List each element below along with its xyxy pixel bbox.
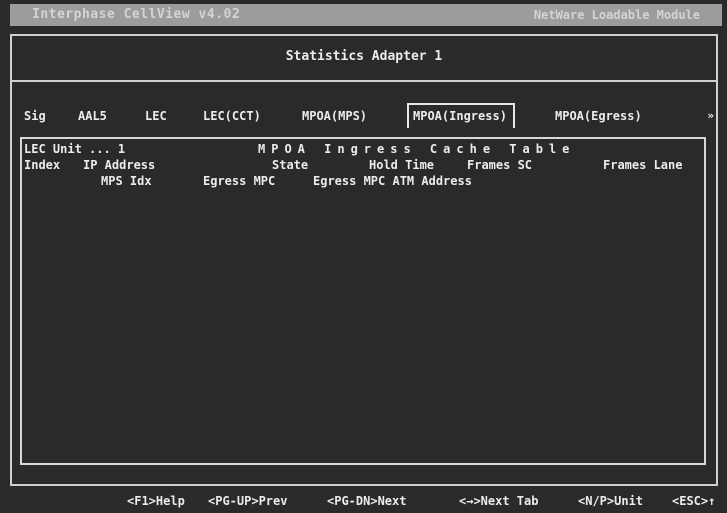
column-header-state: State <box>272 158 309 172</box>
title-bar: Interphase CellView v4.02 NetWare Loadab… <box>10 4 722 26</box>
column-header-mps-idx: MPS Idx <box>101 174 152 188</box>
column-header-hold-time: Hold Time <box>369 158 435 172</box>
tab-mpoa-mps[interactable]: MPOA(MPS) <box>302 109 367 123</box>
window-title: Statistics Adapter 1 <box>285 49 443 64</box>
column-header-frames-sc: Frames SC <box>467 158 533 172</box>
table-title: MPOA Ingress Cache Table <box>258 142 576 156</box>
tab-scroll-right-icon[interactable]: » <box>707 109 714 122</box>
column-header-egress-mpc: Egress MPC <box>203 174 276 188</box>
tab-mpoa-ingress[interactable]: MPOA(Ingress) <box>407 103 515 128</box>
lec-unit-label: LEC Unit ... 1 <box>24 142 126 156</box>
unit-key[interactable]: <N/P>Unit <box>578 494 643 508</box>
column-header-frames-lane: Frames Lane <box>603 158 683 172</box>
tab-aal5[interactable]: AAL5 <box>78 109 107 123</box>
module-label: NetWare Loadable Module <box>533 8 700 22</box>
column-header-ip-address: IP Address <box>83 158 156 172</box>
next-tab-key[interactable]: <→>Next Tab <box>459 494 538 508</box>
tab-mpoa-egress[interactable]: MPOA(Egress) <box>555 109 642 123</box>
tab-sig[interactable]: Sig <box>24 109 46 123</box>
title-divider <box>12 80 716 82</box>
column-header-index: Index <box>24 158 61 172</box>
escape-key[interactable]: <ESC>↑ <box>672 494 715 508</box>
prev-page-key[interactable]: <PG-UP>Prev <box>208 494 287 508</box>
tab-lec-cct[interactable]: LEC(CCT) <box>203 109 261 123</box>
ingress-cache-table-panel: LEC Unit ... 1 MPOA Ingress Cache Table … <box>20 137 706 465</box>
tab-lec[interactable]: LEC <box>145 109 167 123</box>
help-key[interactable]: <F1>Help <box>127 494 185 508</box>
next-page-key[interactable]: <PG-DN>Next <box>327 494 406 508</box>
app-title: Interphase CellView v4.02 <box>32 7 241 22</box>
column-header-egress-mpc-atm-address: Egress MPC ATM Address <box>313 174 472 188</box>
statistics-window: Statistics Adapter 1 Sig AAL5 LEC LEC(CC… <box>10 34 718 486</box>
